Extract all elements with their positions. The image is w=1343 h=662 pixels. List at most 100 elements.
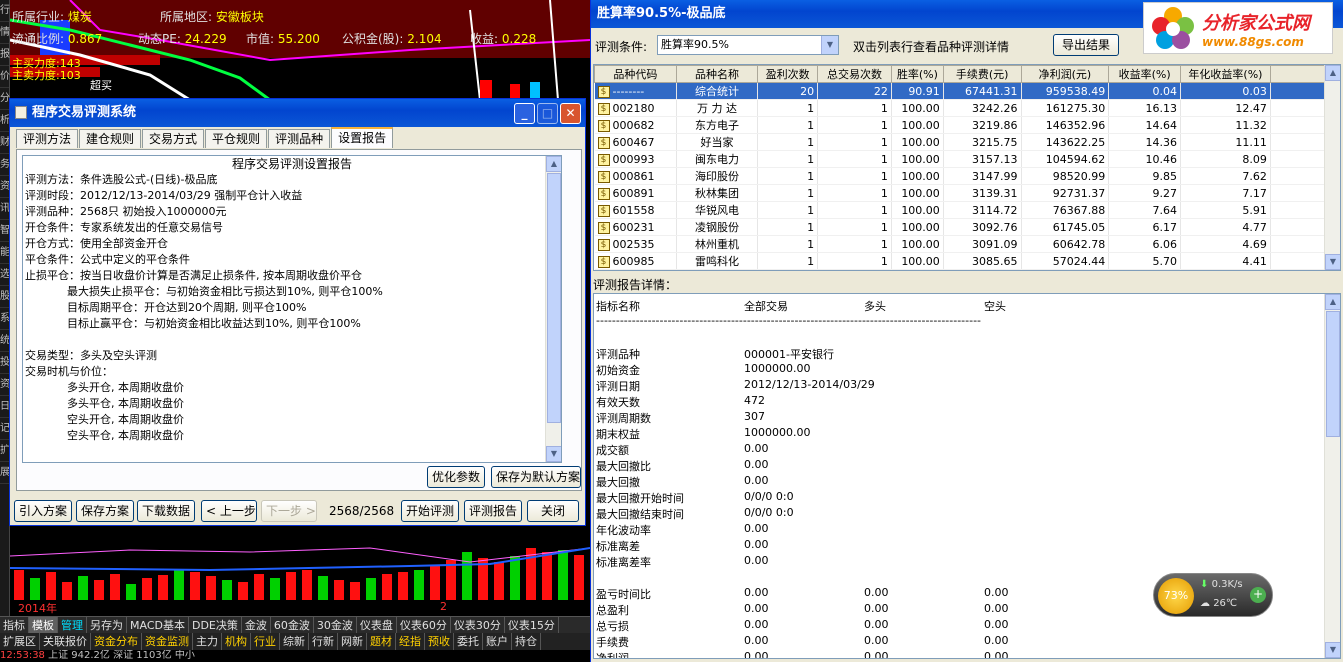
next-step-button[interactable]: 下一步 > xyxy=(261,500,317,522)
table-row[interactable]: $600985 雷鸣科化 1 1 100.00 3085.65 57024.44 5.70 4.… xyxy=(594,252,1340,270)
indicator-tab[interactable]: 仪表60分 xyxy=(397,617,451,633)
close-window-button[interactable]: ✕ xyxy=(560,103,581,124)
table-scrollbar[interactable]: ▲ ▼ xyxy=(1324,65,1340,270)
extension-tab[interactable]: 持仓 xyxy=(512,633,541,650)
table-scroll-up[interactable]: ▲ xyxy=(1325,65,1340,81)
indicator-tab[interactable]: 仪表盘 xyxy=(357,617,397,633)
column-header[interactable]: 总交易次数 xyxy=(817,65,892,83)
start-eval-button[interactable]: 开始评测 xyxy=(401,500,459,522)
side-tab[interactable]: 股 xyxy=(0,286,10,308)
prev-step-button[interactable]: < 上一步 xyxy=(201,500,257,522)
side-tab[interactable]: 投 xyxy=(0,352,10,374)
column-header[interactable]: 收益率(%) xyxy=(1108,65,1182,83)
indicator-tab[interactable]: 管理 xyxy=(58,617,87,633)
indicator-tab[interactable]: 模板 xyxy=(29,617,58,633)
detail-scroll-up[interactable]: ▲ xyxy=(1325,294,1340,310)
table-row[interactable]: $600231 凌钢股份 1 1 100.00 3092.76 61745.05 6.17 4.… xyxy=(594,218,1340,236)
side-tab[interactable]: 行 xyxy=(0,0,10,22)
detail-scrollbar[interactable]: ▲ ▼ xyxy=(1324,294,1340,658)
table-row[interactable]: $000861 海印股份 1 1 100.00 3147.99 98520.99 9.85 7.… xyxy=(594,167,1340,185)
extension-tab[interactable]: 经指 xyxy=(396,633,425,650)
extension-tab[interactable]: 资金分布 xyxy=(91,633,142,650)
column-header[interactable]: 年化收益率(%) xyxy=(1180,65,1271,83)
dialog-titlebar[interactable]: 程序交易评测系统 _ □ ✕ xyxy=(10,99,585,127)
extension-tab[interactable]: 综新 xyxy=(280,633,309,650)
indicator-tab[interactable]: 60金波 xyxy=(271,617,314,633)
extension-tab[interactable]: 委托 xyxy=(454,633,483,650)
extension-tab[interactable]: 网新 xyxy=(338,633,367,650)
side-tab[interactable]: 财 xyxy=(0,132,10,154)
scroll-up-arrow[interactable]: ▲ xyxy=(546,156,561,172)
close-button[interactable]: 关闭 xyxy=(527,500,579,522)
side-tab[interactable]: 价 xyxy=(0,66,10,88)
chevron-down-icon[interactable]: ▼ xyxy=(821,36,838,54)
indicator-tab[interactable]: 仪表15分 xyxy=(505,617,559,633)
side-tab[interactable]: 展 xyxy=(0,462,10,484)
network-widget[interactable]: 73% ⬇ 0.3K/s ☁ 26℃ + xyxy=(1153,573,1273,617)
extension-tab[interactable]: 行业 xyxy=(251,633,280,650)
side-tab[interactable]: 选 xyxy=(0,264,10,286)
detail-scroll-down[interactable]: ▼ xyxy=(1325,642,1340,658)
indicator-tab[interactable]: DDE决策 xyxy=(189,617,242,633)
extension-tab[interactable]: 账户 xyxy=(483,633,512,650)
side-tab[interactable]: 情 xyxy=(0,22,10,44)
side-tab[interactable]: 报 xyxy=(0,44,10,66)
scroll-thumb[interactable] xyxy=(547,173,561,423)
indicator-tab[interactable]: 金波 xyxy=(242,617,271,633)
indicator-tab[interactable]: 30金波 xyxy=(314,617,357,633)
side-tab[interactable]: 智 xyxy=(0,220,10,242)
table-row[interactable]: $002535 林州重机 1 1 100.00 3091.09 60642.78 6.06 4.… xyxy=(594,235,1340,253)
indicator-tab[interactable]: 另存为 xyxy=(87,617,127,633)
import-plan-button[interactable]: 引入方案 xyxy=(14,500,72,522)
indicator-tab[interactable]: 仪表30分 xyxy=(451,617,505,633)
dialog-tab[interactable]: 平仓规则 xyxy=(205,129,268,148)
dialog-tab[interactable]: 设置报告 xyxy=(331,127,394,148)
optimize-params-button[interactable]: 优化参数 xyxy=(427,466,485,488)
extension-tab[interactable]: 题材 xyxy=(367,633,396,650)
save-default-button[interactable]: 保存为默认方案 xyxy=(491,466,581,488)
side-tab[interactable]: 统 xyxy=(0,330,10,352)
side-tab[interactable]: 系 xyxy=(0,308,10,330)
side-tab[interactable]: 析 xyxy=(0,110,10,132)
table-row[interactable]: $601558 华锐风电 1 1 100.00 3114.72 76367.88 7.64 5.… xyxy=(594,201,1340,219)
extension-tab[interactable]: 机构 xyxy=(222,633,251,650)
scroll-down-arrow[interactable]: ▼ xyxy=(546,446,561,462)
minimize-button[interactable]: _ xyxy=(514,103,535,124)
side-tab[interactable]: 资 xyxy=(0,176,10,198)
side-tab[interactable]: 务 xyxy=(0,154,10,176)
extension-tab[interactable]: 预收 xyxy=(425,633,454,650)
side-tab[interactable]: 日 xyxy=(0,396,10,418)
column-header[interactable]: 净利润(元) xyxy=(1020,65,1110,83)
table-row[interactable]: $ -------- 综合统计 20 22 90.91 67441.31 959538.49 0… xyxy=(594,82,1340,100)
side-tab[interactable]: 能 xyxy=(0,242,10,264)
table-row[interactable]: $000993 闽东电力 1 1 100.00 3157.13 104594.62 10.46… xyxy=(594,150,1340,168)
side-tab[interactable]: 分 xyxy=(0,88,10,110)
side-tab[interactable]: 扩 xyxy=(0,440,10,462)
dialog-tab[interactable]: 评测方法 xyxy=(16,129,79,148)
export-button[interactable]: 导出结果 xyxy=(1053,34,1119,56)
column-header[interactable]: 手续费(元) xyxy=(942,65,1022,83)
table-row[interactable]: $002180 万 力 达 1 1 100.00 3242.26 161275.30 16.1… xyxy=(594,99,1340,117)
extension-tab[interactable]: 资金监测 xyxy=(142,633,193,650)
extension-tab[interactable]: 关联报价 xyxy=(40,633,91,650)
extension-tab[interactable]: 主力 xyxy=(193,633,222,650)
table-row[interactable]: $600891 秋林集团 1 1 100.00 3139.31 92731.37 9.27 7.… xyxy=(594,184,1340,202)
side-tab[interactable]: 讯 xyxy=(0,198,10,220)
dialog-tab[interactable]: 建仓规则 xyxy=(79,129,142,148)
dialog-tab[interactable]: 交易方式 xyxy=(142,129,205,148)
side-tab[interactable]: 资 xyxy=(0,374,10,396)
detail-scroll-thumb[interactable] xyxy=(1326,311,1340,437)
table-row[interactable]: $000682 东方电子 1 1 100.00 3219.86 146352.96 14.64… xyxy=(594,116,1340,134)
extension-tab[interactable]: 扩展区 xyxy=(0,633,40,650)
extension-tab[interactable]: 行新 xyxy=(309,633,338,650)
indicator-tab[interactable]: 指标 xyxy=(0,617,29,633)
add-icon[interactable]: + xyxy=(1250,587,1266,603)
column-header[interactable]: 品种代码 xyxy=(594,65,677,83)
maximize-button[interactable]: □ xyxy=(537,103,558,124)
dialog-tab[interactable]: 评测品种 xyxy=(268,129,331,148)
column-header[interactable]: 盈利次数 xyxy=(757,65,819,83)
save-plan-button[interactable]: 保存方案 xyxy=(76,500,134,522)
table-scroll-down[interactable]: ▼ xyxy=(1325,254,1340,270)
column-header[interactable]: 品种名称 xyxy=(675,65,759,83)
table-row[interactable]: $600467 好当家 1 1 100.00 3215.75 143622.25 14.36 1… xyxy=(594,133,1340,151)
